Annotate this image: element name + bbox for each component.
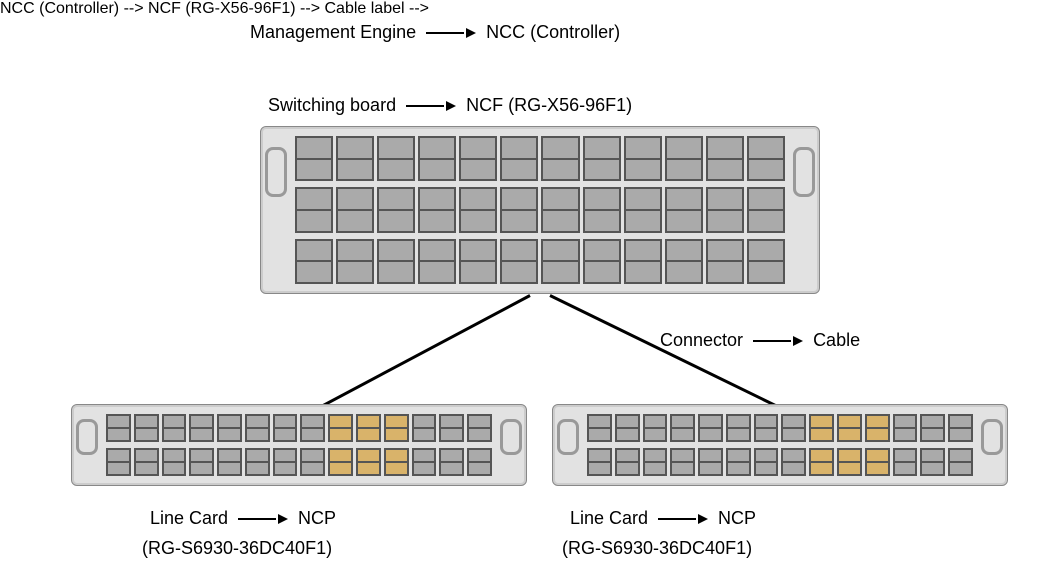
label-linecard-right-model: (RG-S6930-36DC40F1) xyxy=(562,538,752,559)
port-strip xyxy=(295,187,785,232)
port-strip xyxy=(106,448,492,476)
handle-icon xyxy=(76,419,98,455)
label-connector-right: Cable xyxy=(813,330,860,351)
label-linecard-left-text: Line Card xyxy=(150,508,228,529)
label-linecard-left-model: (RG-S6930-36DC40F1) xyxy=(142,538,332,559)
arrow-icon xyxy=(426,28,476,38)
label-switching-left: Switching board xyxy=(268,95,396,116)
label-linecard-ncp-text: NCP xyxy=(298,508,336,529)
label-connector: Connector Cable xyxy=(660,330,860,351)
handle-icon xyxy=(500,419,522,455)
arrow-icon xyxy=(406,101,456,111)
port-strip xyxy=(587,414,973,442)
label-mgmt-left: Management Engine xyxy=(250,22,416,43)
arrow-icon xyxy=(658,514,708,524)
ncp-switch-left xyxy=(71,404,527,486)
port-strip xyxy=(295,239,785,284)
label-switching-board: Switching board NCF (RG-X56-96F1) xyxy=(268,95,632,116)
handle-icon xyxy=(265,147,287,197)
label-mgmt-engine: Management Engine NCC (Controller) xyxy=(250,22,620,43)
port-strip xyxy=(106,414,492,442)
label-switching-right: NCF (RG-X56-96F1) xyxy=(466,95,632,116)
label-mgmt-right: NCC (Controller) xyxy=(486,22,620,43)
handle-icon xyxy=(557,419,579,455)
label-connector-left: Connector xyxy=(660,330,743,351)
label-linecard-right-text: Line Card xyxy=(570,508,648,529)
label-linecard-left: Line Card NCP xyxy=(150,508,336,529)
arrow-icon xyxy=(753,336,803,346)
label-linecard-ncp-text: NCP xyxy=(718,508,756,529)
handle-icon xyxy=(981,419,1003,455)
ncf-switch xyxy=(260,126,820,294)
cable-right xyxy=(549,294,802,419)
port-strip xyxy=(587,448,973,476)
handle-icon xyxy=(793,147,815,197)
label-linecard-right: Line Card NCP xyxy=(570,508,756,529)
arrow-icon xyxy=(238,514,288,524)
port-strip xyxy=(295,136,785,181)
ncp-switch-right xyxy=(552,404,1008,486)
